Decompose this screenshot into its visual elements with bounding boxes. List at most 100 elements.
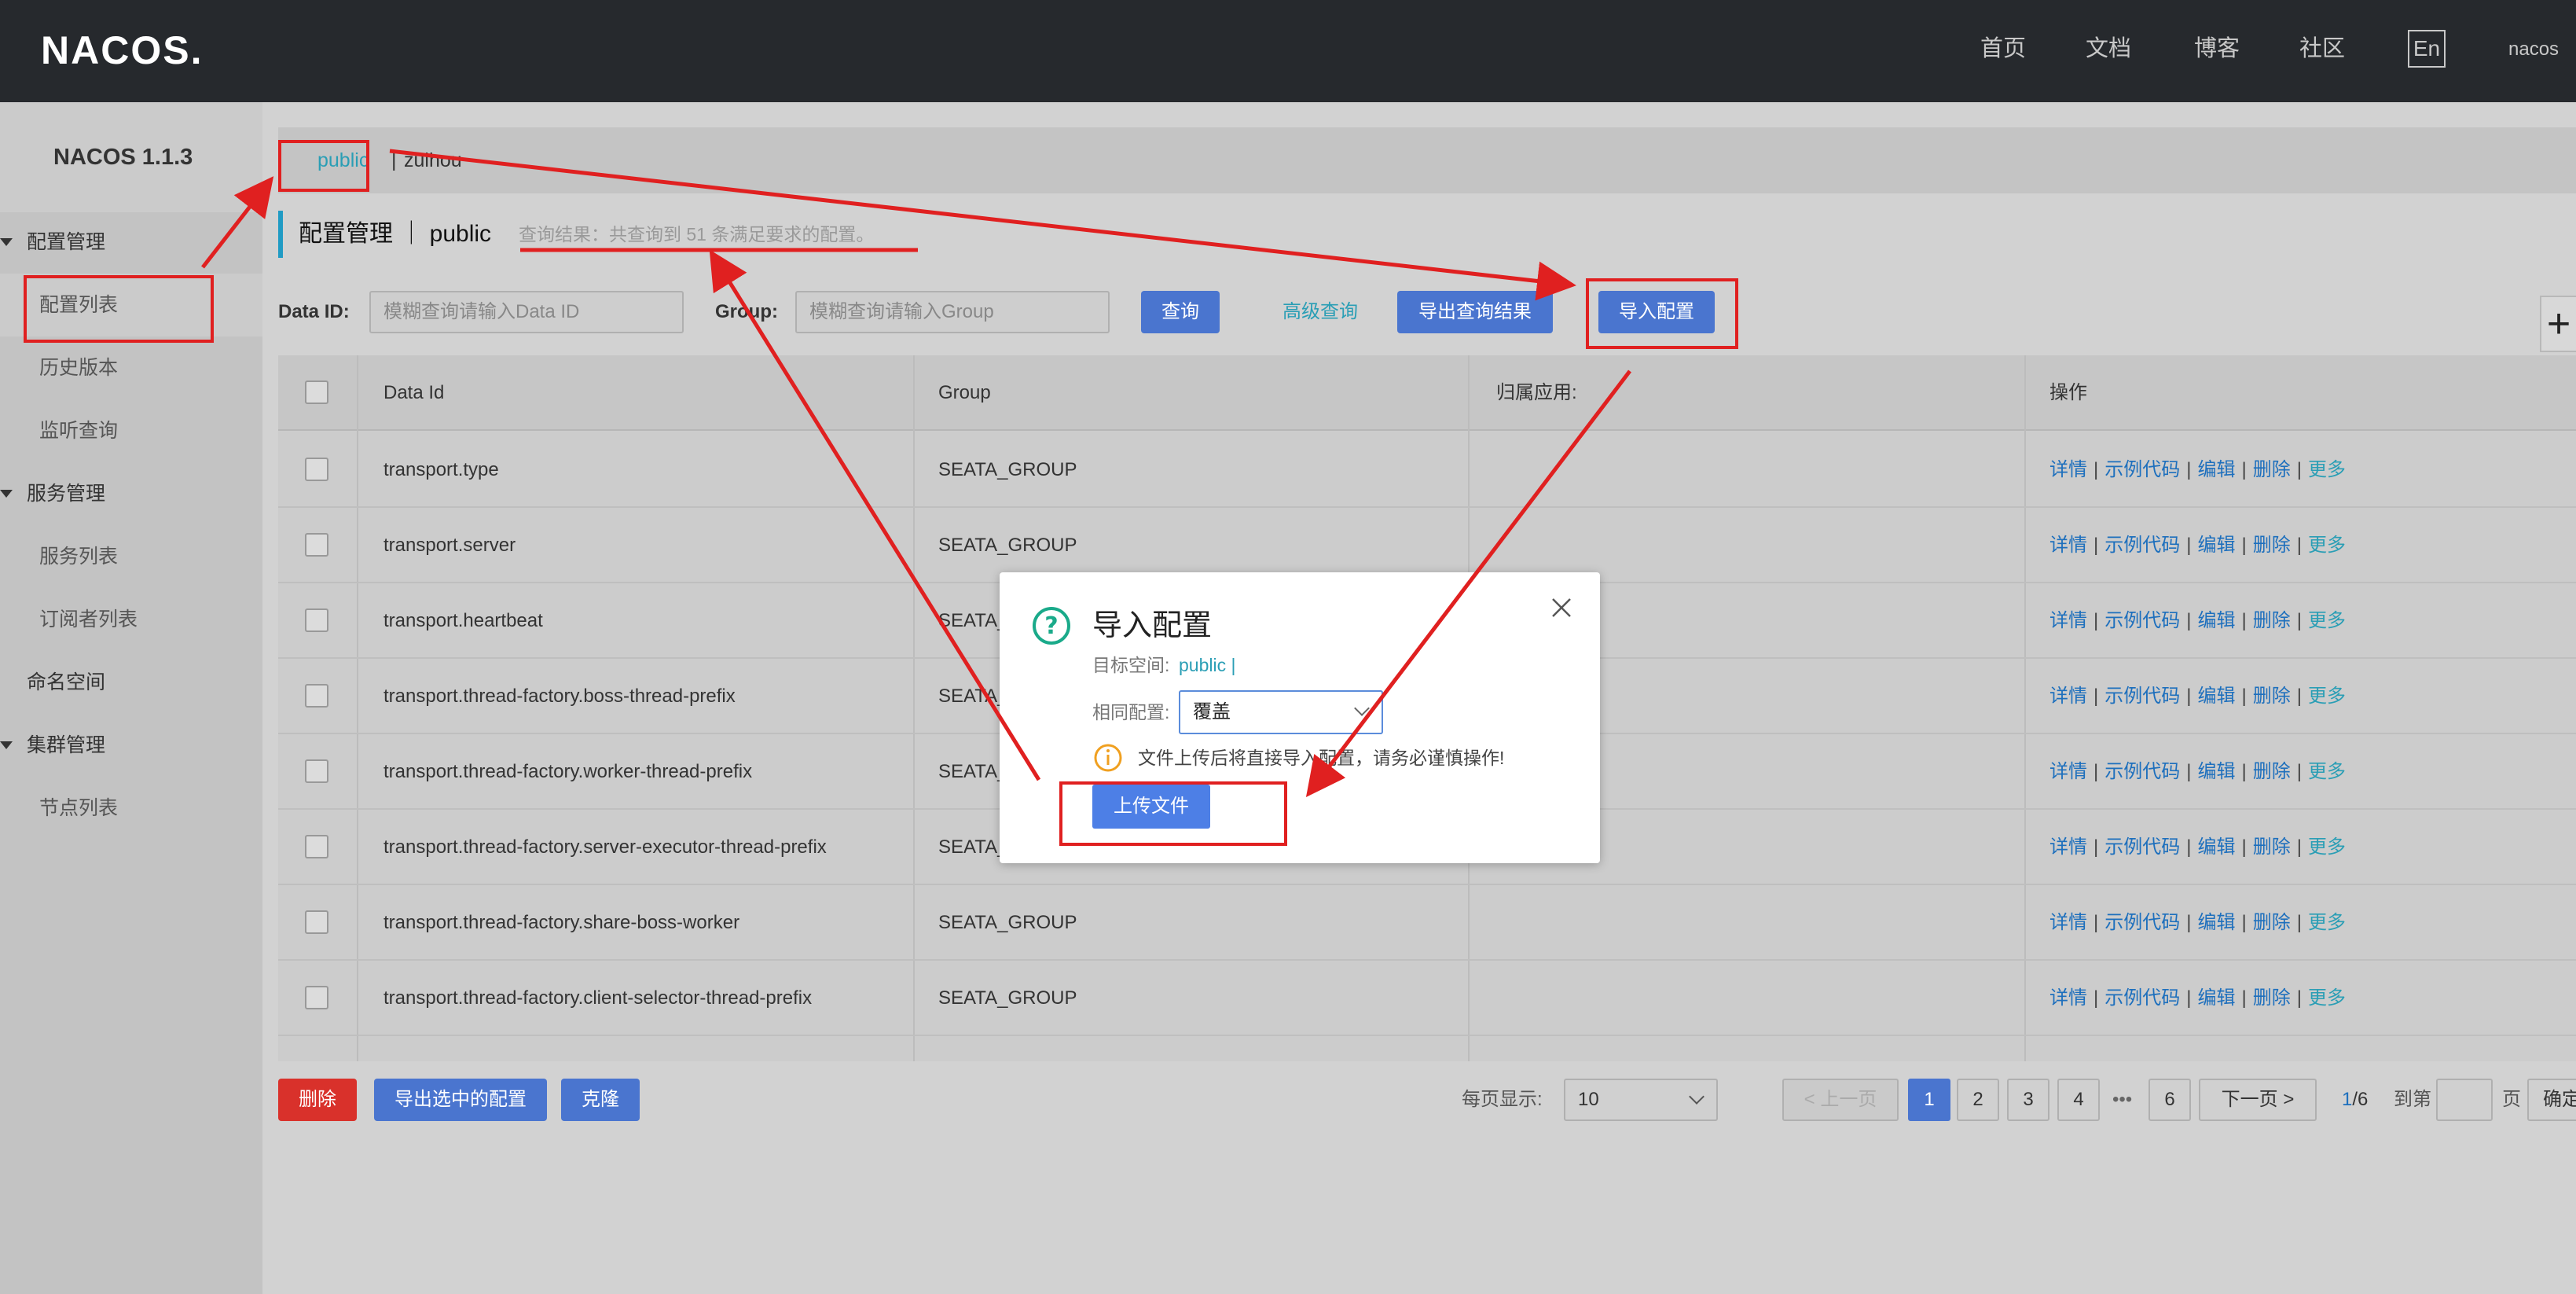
row-checkbox[interactable] bbox=[305, 533, 328, 557]
row-action-3[interactable]: 删除 bbox=[2253, 459, 2291, 480]
row-action-4[interactable]: 更多 bbox=[2308, 987, 2346, 1009]
sidebar-item-history[interactable]: 历史版本 bbox=[0, 336, 262, 399]
language-switch-button[interactable]: En bbox=[2408, 30, 2446, 68]
row-action-0[interactable]: 详情 bbox=[2049, 987, 2087, 1009]
row-action-3[interactable]: 删除 bbox=[2253, 836, 2291, 858]
annotation-box-import bbox=[1586, 278, 1738, 349]
row-action-0[interactable]: 详情 bbox=[2049, 761, 2087, 782]
row-action-4[interactable]: 更多 bbox=[2308, 535, 2346, 556]
sidebar-group-service[interactable]: 服务管理 bbox=[0, 462, 262, 525]
select-all-checkbox[interactable] bbox=[305, 380, 328, 404]
row-action-2[interactable]: 编辑 bbox=[2197, 535, 2235, 556]
row-action-2[interactable]: 编辑 bbox=[2197, 836, 2235, 858]
table-row: transport.type SEATA_GROUP 详情 | 示例代码 | 编辑 | 删除 | 更… bbox=[278, 432, 2576, 508]
row-action-2[interactable]: 编辑 bbox=[2197, 459, 2235, 480]
sidebar-item-listener[interactable]: 监听查询 bbox=[0, 399, 262, 462]
user-name[interactable]: nacos bbox=[2508, 36, 2559, 63]
row-action-3[interactable]: 删除 bbox=[2253, 535, 2291, 556]
ops-separator: | bbox=[2296, 610, 2302, 631]
page-button-1[interactable]: 1 bbox=[1908, 1079, 1950, 1121]
row-action-1[interactable]: 示例代码 bbox=[2104, 686, 2180, 707]
goto-page-input[interactable] bbox=[2436, 1079, 2493, 1121]
nav-home[interactable]: 首页 bbox=[1980, 31, 2026, 66]
namespace-zuihou[interactable]: zuihou bbox=[404, 127, 462, 193]
page-button-3[interactable]: 3 bbox=[2007, 1079, 2049, 1121]
row-checkbox[interactable] bbox=[305, 759, 328, 783]
page-button-2[interactable]: 2 bbox=[1957, 1079, 1999, 1121]
chevron-down-icon bbox=[1354, 700, 1370, 716]
nav-blog[interactable]: 博客 bbox=[2194, 31, 2240, 66]
row-action-2[interactable]: 编辑 bbox=[2197, 610, 2235, 631]
sidebar-group-cluster[interactable]: 集群管理 bbox=[0, 714, 262, 777]
row-action-3[interactable]: 删除 bbox=[2253, 987, 2291, 1009]
row-action-3[interactable]: 删除 bbox=[2253, 610, 2291, 631]
row-action-4[interactable]: 更多 bbox=[2308, 836, 2346, 858]
sidebar-group-config[interactable]: 配置管理 bbox=[0, 211, 262, 274]
cell-data-id: transport.thread-factory.boss-thread-pre… bbox=[383, 686, 736, 707]
ops-separator: | bbox=[2186, 761, 2192, 782]
clone-button[interactable]: 克隆 bbox=[561, 1079, 640, 1121]
add-config-icon[interactable]: + bbox=[2540, 296, 2576, 352]
row-action-3[interactable]: 删除 bbox=[2253, 761, 2291, 782]
row-action-1[interactable]: 示例代码 bbox=[2104, 535, 2180, 556]
nav-docs[interactable]: 文档 bbox=[2086, 31, 2131, 66]
row-action-4[interactable]: 更多 bbox=[2308, 761, 2346, 782]
row-action-0[interactable]: 详情 bbox=[2049, 912, 2087, 933]
advanced-query-link[interactable]: 高级查询 bbox=[1282, 291, 1358, 333]
row-action-2[interactable]: 编辑 bbox=[2197, 761, 2235, 782]
row-checkbox[interactable] bbox=[305, 835, 328, 858]
row-action-0[interactable]: 详情 bbox=[2049, 836, 2087, 858]
next-page-button[interactable]: 下一页 > bbox=[2199, 1079, 2317, 1121]
row-action-1[interactable]: 示例代码 bbox=[2104, 761, 2180, 782]
export-query-result-button[interactable]: 导出查询结果 bbox=[1397, 291, 1553, 333]
caret-down-icon bbox=[0, 238, 13, 246]
upload-warning-text: 文件上传后将直接导入配置，请务必谨慎操作! bbox=[1138, 748, 1505, 768]
row-action-4[interactable]: 更多 bbox=[2308, 912, 2346, 933]
row-action-1[interactable]: 示例代码 bbox=[2104, 836, 2180, 858]
query-button[interactable]: 查询 bbox=[1141, 291, 1220, 333]
row-action-0[interactable]: 详情 bbox=[2049, 459, 2087, 480]
row-action-3[interactable]: 删除 bbox=[2253, 912, 2291, 933]
sidebar-item-namespace[interactable]: 命名空间 bbox=[0, 651, 262, 714]
row-action-2[interactable]: 编辑 bbox=[2197, 987, 2235, 1009]
goto-confirm-button[interactable]: 确定 bbox=[2527, 1079, 2576, 1121]
row-action-2[interactable]: 编辑 bbox=[2197, 912, 2235, 933]
page-button-6[interactable]: 6 bbox=[2149, 1079, 2191, 1121]
row-checkbox[interactable] bbox=[305, 910, 328, 934]
row-checkbox[interactable] bbox=[305, 608, 328, 632]
nacos-logo[interactable]: NACOS. bbox=[41, 25, 201, 75]
export-selected-button[interactable]: 导出选中的配置 bbox=[374, 1079, 547, 1121]
group-input[interactable]: 模糊查询请输入Group bbox=[795, 291, 1110, 333]
prev-page-button[interactable]: < 上一页 bbox=[1782, 1079, 1899, 1121]
row-action-0[interactable]: 详情 bbox=[2049, 610, 2087, 631]
annotation-box-config-list bbox=[24, 275, 214, 343]
row-action-1[interactable]: 示例代码 bbox=[2104, 987, 2180, 1009]
row-action-3[interactable]: 删除 bbox=[2253, 686, 2291, 707]
data-id-input[interactable]: 模糊查询请输入Data ID bbox=[369, 291, 684, 333]
page-button-4[interactable]: 4 bbox=[2057, 1079, 2100, 1121]
chevron-down-icon bbox=[1689, 1089, 1704, 1105]
cell-group: SEATA_ bbox=[938, 836, 1008, 858]
row-checkbox[interactable] bbox=[305, 458, 328, 481]
cell-group: SEATA_GROUP bbox=[938, 459, 1077, 480]
row-action-4[interactable]: 更多 bbox=[2308, 686, 2346, 707]
row-action-2[interactable]: 编辑 bbox=[2197, 686, 2235, 707]
row-checkbox[interactable] bbox=[305, 684, 328, 708]
same-config-select[interactable]: 覆盖 bbox=[1179, 690, 1383, 734]
nav-community[interactable]: 社区 bbox=[2299, 31, 2345, 66]
row-action-1[interactable]: 示例代码 bbox=[2104, 459, 2180, 480]
sidebar-item-nodes[interactable]: 节点列表 bbox=[0, 777, 262, 840]
cell-group: SEATA_ bbox=[938, 686, 1008, 707]
row-action-4[interactable]: 更多 bbox=[2308, 610, 2346, 631]
row-checkbox[interactable] bbox=[305, 986, 328, 1009]
delete-button[interactable]: 删除 bbox=[278, 1079, 357, 1121]
sidebar-item-subscribers[interactable]: 订阅者列表 bbox=[0, 588, 262, 651]
row-action-0[interactable]: 详情 bbox=[2049, 686, 2087, 707]
row-action-1[interactable]: 示例代码 bbox=[2104, 912, 2180, 933]
row-action-4[interactable]: 更多 bbox=[2308, 459, 2346, 480]
close-icon[interactable] bbox=[1550, 596, 1573, 619]
page-size-select[interactable]: 10 bbox=[1564, 1079, 1718, 1121]
row-action-0[interactable]: 详情 bbox=[2049, 535, 2087, 556]
row-action-1[interactable]: 示例代码 bbox=[2104, 610, 2180, 631]
sidebar-item-service-list[interactable]: 服务列表 bbox=[0, 525, 262, 588]
